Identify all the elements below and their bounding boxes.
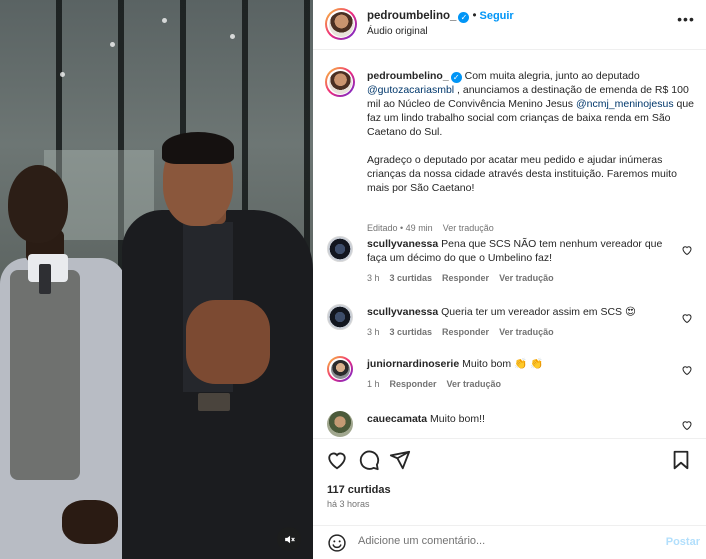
ceiling-light (110, 42, 115, 47)
ceiling-light (60, 72, 65, 77)
translate-link[interactable]: Ver tradução (499, 273, 554, 283)
comment-time: 1 h (367, 379, 380, 389)
person-right-belt (198, 393, 230, 411)
translate-link[interactable]: Ver tradução (447, 379, 502, 389)
reply-button[interactable]: Responder (442, 273, 489, 283)
share-send-icon[interactable] (389, 449, 411, 471)
header-user-line: pedroumbelino_ ✓ • Seguir (367, 10, 514, 23)
comment-item: scullyvanessa Pena que SCS NÃO tem nenhu… (325, 236, 697, 283)
commenter-username[interactable]: scullyvanessa (367, 238, 438, 250)
verified-badge-icon: ✓ (450, 72, 462, 83)
commenter-username[interactable]: cauecamata (367, 413, 427, 425)
more-options-icon[interactable]: ••• (676, 12, 696, 28)
caption-part: que faz um lindo trabalho social com cri… (367, 98, 695, 194)
likes-count[interactable]: 117 curtidas (327, 484, 391, 496)
comment-meta: 3 h 3 curtidas Responder Ver tradução (367, 327, 564, 337)
comments-section[interactable]: pedroumbelino_ ✓ Com muita alegria, junto… (313, 51, 706, 438)
volume-off-icon (284, 535, 295, 543)
comment-item: cauecamata Muito bom!! (325, 411, 697, 438)
follow-button[interactable]: Seguir (479, 10, 513, 22)
reply-button[interactable]: Responder (390, 379, 437, 389)
like-comment-heart-icon[interactable] (681, 364, 693, 376)
comment-text: juniornardinoserie Muito bom 👏 👏 (367, 357, 667, 371)
commenter-username[interactable]: scullyvanessa (367, 306, 438, 318)
author-avatar[interactable] (325, 8, 357, 40)
commenter-username[interactable]: juniornardinoserie (367, 358, 459, 370)
video-player[interactable] (0, 0, 313, 559)
ceiling-light (230, 34, 235, 39)
person-left-tie (39, 264, 51, 294)
verified-badge-icon: ✓ (458, 12, 470, 23)
reply-button[interactable]: Responder (442, 327, 489, 337)
comment-likes[interactable]: 3 curtidas (390, 327, 433, 337)
caption-part: Com muita alegria, junto ao deputado (461, 70, 640, 82)
add-comment-bar: Postar (313, 525, 706, 559)
caption-translate-link[interactable]: Ver tradução (443, 223, 494, 233)
comment-text: scullyvanessa Queria ter um vereador ass… (367, 305, 667, 319)
post-actions-bar (313, 438, 706, 482)
comment-item: scullyvanessa Queria ter um vereador ass… (325, 304, 697, 344)
mention-link[interactable]: @gutozacariasmbl (367, 84, 454, 96)
caption-username[interactable]: pedroumbelino_ (367, 70, 449, 82)
post-header: pedroumbelino_ ✓ • Seguir Áudio original ••… (313, 0, 706, 50)
author-username[interactable]: pedroumbelino_ (367, 10, 456, 22)
person-left-vest (10, 270, 80, 480)
post-time-ago: há 3 horas (327, 499, 370, 509)
save-bookmark-icon[interactable] (670, 449, 692, 471)
comment-content: Muito bom!! (430, 413, 485, 425)
person-left-hand (62, 500, 118, 544)
caption-text: pedroumbelino_ ✓ Com muita alegria, junto… (367, 69, 695, 195)
mention-link[interactable]: @ncmj_meninojesus (576, 98, 674, 110)
person-right-hands (186, 300, 270, 384)
commenter-avatar[interactable] (327, 356, 353, 382)
comment-time: 3 h (367, 273, 380, 283)
comment-text: cauecamata Muito bom!! (367, 412, 667, 426)
comment-meta: 1 h Responder Ver tradução (367, 379, 511, 389)
commenter-avatar[interactable] (327, 236, 353, 262)
person-left-head (8, 165, 68, 243)
like-comment-heart-icon[interactable] (681, 419, 693, 431)
like-heart-icon[interactable] (326, 449, 348, 471)
comment-item: juniornardinoserie Muito bom 👏 👏 1 h Resp… (325, 356, 697, 396)
post-side-panel: pedroumbelino_ ✓ • Seguir Áudio original ••… (313, 0, 706, 559)
caption-avatar[interactable] (325, 67, 355, 97)
caption-edited: Editado • 49 min (367, 223, 433, 233)
comment-meta: 3 h 3 curtidas Responder Ver tradução (367, 273, 564, 283)
separator-dot: • (472, 10, 477, 22)
translate-link[interactable]: Ver tradução (499, 327, 554, 337)
caption-meta: Editado • 49 min Ver tradução (367, 223, 504, 233)
comment-likes[interactable]: 3 curtidas (390, 273, 433, 283)
comment-input[interactable] (358, 535, 658, 547)
like-comment-heart-icon[interactable] (681, 244, 693, 256)
comment-content: Muito bom 👏 👏 (462, 358, 544, 370)
person-right-hair (162, 132, 234, 164)
commenter-avatar[interactable] (327, 411, 353, 437)
commenter-avatar[interactable] (327, 304, 353, 330)
post-comment-button[interactable]: Postar (666, 536, 700, 548)
ceiling-light (162, 18, 167, 23)
audio-label[interactable]: Áudio original (367, 26, 428, 37)
mute-button[interactable] (277, 527, 301, 551)
comment-time: 3 h (367, 327, 380, 337)
comment-content: Queria ter um vereador assim em SCS 😍 (441, 306, 636, 318)
emoji-icon[interactable] (327, 533, 347, 553)
like-comment-heart-icon[interactable] (681, 312, 693, 324)
comment-bubble-icon[interactable] (358, 449, 380, 471)
comment-text: scullyvanessa Pena que SCS NÃO tem nenhu… (367, 237, 667, 265)
